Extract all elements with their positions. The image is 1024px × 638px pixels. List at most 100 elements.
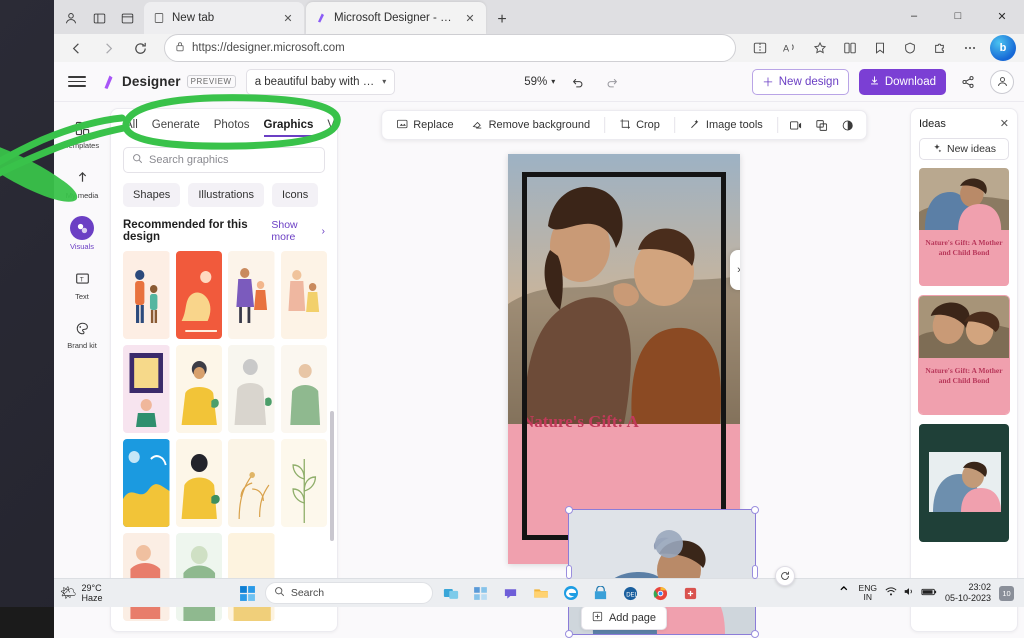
taskbar-search-input[interactable]: Search: [264, 582, 433, 604]
explorer-icon[interactable]: [529, 582, 553, 604]
new-design-button[interactable]: ＋ New design: [752, 68, 849, 95]
weather-widget[interactable]: 🌤 29°C Haze: [60, 583, 103, 604]
close-icon[interactable]: ✕: [280, 10, 296, 26]
chat-icon[interactable]: [499, 582, 523, 604]
hamburger-icon[interactable]: [64, 69, 90, 95]
back-icon[interactable]: [62, 34, 90, 62]
list-item[interactable]: [123, 533, 170, 621]
new-tab-button[interactable]: +: [488, 6, 516, 34]
resize-handle-top-left[interactable]: [565, 506, 573, 514]
clock[interactable]: 23:02 05-10-2023: [945, 582, 991, 604]
wifi-icon[interactable]: [885, 586, 897, 600]
store-icon[interactable]: [589, 582, 613, 604]
sidebar-item-brand-kit[interactable]: Brand kit: [59, 312, 105, 354]
widgets-icon[interactable]: [469, 582, 493, 604]
tab-generate[interactable]: Generate: [152, 119, 200, 137]
tab-actions-icon[interactable]: [114, 5, 140, 31]
browser-tab-designer[interactable]: Microsoft Designer - Stunning d… ✕: [306, 2, 486, 34]
resize-handle-right[interactable]: [752, 565, 758, 579]
layers-icon[interactable]: [810, 113, 834, 137]
crop-button[interactable]: Crop: [611, 113, 668, 137]
refresh-icon[interactable]: [126, 34, 154, 62]
tab-photos[interactable]: Photos: [214, 119, 250, 137]
document-name-field[interactable]: a beautiful baby with … ▾: [245, 68, 396, 95]
puzzle-icon[interactable]: [926, 34, 954, 62]
list-item[interactable]: [280, 251, 327, 339]
redo-icon[interactable]: [601, 71, 623, 93]
split-screen-icon[interactable]: [746, 34, 774, 62]
close-icon[interactable]: ✕: [1000, 117, 1009, 130]
windows-icon[interactable]: [237, 582, 259, 604]
animate-icon[interactable]: [784, 113, 808, 137]
star-icon[interactable]: [806, 34, 834, 62]
list-item[interactable]: [175, 345, 222, 433]
task-view-icon[interactable]: [439, 582, 463, 604]
tab-all[interactable]: All: [125, 119, 138, 137]
list-item[interactable]: [280, 345, 327, 433]
edge-icon[interactable]: [559, 582, 583, 604]
undo-icon[interactable]: [567, 71, 589, 93]
more-icon[interactable]: [956, 34, 984, 62]
page-title[interactable]: Nature's Gift: A: [522, 412, 726, 432]
close-window-button[interactable]: ✕: [980, 0, 1024, 32]
image-tools-button[interactable]: Image tools: [681, 113, 771, 137]
profile-icon[interactable]: [58, 5, 84, 31]
replace-button[interactable]: Replace: [388, 113, 461, 137]
address-bar[interactable]: https://designer.microsoft.com: [164, 34, 736, 62]
chip-icons[interactable]: Icons: [271, 183, 319, 207]
sidebar-item-text[interactable]: T Text: [59, 263, 105, 305]
vertical-tabs-icon[interactable]: [86, 5, 112, 31]
other-icon[interactable]: [679, 582, 703, 604]
idea-card[interactable]: Nature's Gift: A Mother and Child Bond: [919, 168, 1009, 286]
list-item[interactable]: [175, 251, 222, 339]
copilot-icon[interactable]: b: [990, 35, 1016, 61]
close-icon[interactable]: ✕: [462, 10, 478, 26]
essentials-icon[interactable]: [896, 34, 924, 62]
resize-handle-bottom-left[interactable]: [565, 630, 573, 638]
list-item[interactable]: [123, 251, 170, 339]
resize-handle-bottom-right[interactable]: [751, 630, 759, 638]
design-page[interactable]: Nature's Gift: A ›: [508, 154, 740, 564]
show-more-button[interactable]: Show more ›: [271, 219, 325, 243]
list-item[interactable]: [175, 533, 222, 621]
list-item[interactable]: [228, 439, 275, 527]
remove-background-button[interactable]: Remove background: [464, 113, 599, 137]
minimize-button[interactable]: –: [892, 0, 936, 32]
read-aloud-icon[interactable]: A: [776, 34, 804, 62]
notification-badge[interactable]: 10: [999, 585, 1014, 601]
favorites-icon[interactable]: [866, 34, 894, 62]
idea-card[interactable]: Nature's Gift: A Mother and Child Bond: [918, 295, 1010, 415]
language-indicator[interactable]: ENG IN: [859, 583, 877, 603]
resize-handle-top-right[interactable]: [751, 506, 759, 514]
list-item[interactable]: [228, 345, 275, 433]
tab-videos[interactable]: Videos: [327, 119, 337, 137]
list-item[interactable]: [175, 439, 222, 527]
dell-icon[interactable]: DELL: [619, 582, 643, 604]
battery-icon[interactable]: [921, 587, 937, 600]
filter-icon[interactable]: [836, 113, 860, 137]
chip-illustrations[interactable]: Illustrations: [188, 183, 264, 207]
list-item[interactable]: [280, 439, 327, 527]
collections-icon[interactable]: [836, 34, 864, 62]
chevron-right-icon[interactable]: ›: [730, 250, 740, 290]
volume-icon[interactable]: [903, 586, 915, 600]
browser-tab-new-tab[interactable]: New tab ✕: [144, 2, 304, 34]
sidebar-item-visuals[interactable]: Visuals: [59, 211, 105, 255]
list-item[interactable]: [123, 439, 170, 527]
list-item[interactable]: [228, 251, 275, 339]
panel-scrollbar[interactable]: [330, 411, 334, 541]
resize-handle-left[interactable]: [566, 565, 572, 579]
list-item[interactable]: [123, 345, 170, 433]
idea-card[interactable]: [919, 424, 1009, 542]
forward-icon[interactable]: [94, 34, 122, 62]
rotate-icon[interactable]: [775, 566, 795, 586]
new-ideas-button[interactable]: New ideas: [919, 138, 1009, 160]
person-icon[interactable]: [990, 69, 1014, 94]
add-page-button[interactable]: Add page: [580, 606, 668, 630]
share-icon[interactable]: [956, 70, 980, 94]
sidebar-item-my-media[interactable]: My media: [59, 162, 105, 204]
maximize-button[interactable]: □: [936, 0, 980, 32]
sidebar-item-templates[interactable]: Templates: [59, 112, 105, 154]
chevron-up-icon[interactable]: ⌃: [837, 583, 850, 603]
zoom-control[interactable]: 59% ▾: [524, 76, 555, 88]
